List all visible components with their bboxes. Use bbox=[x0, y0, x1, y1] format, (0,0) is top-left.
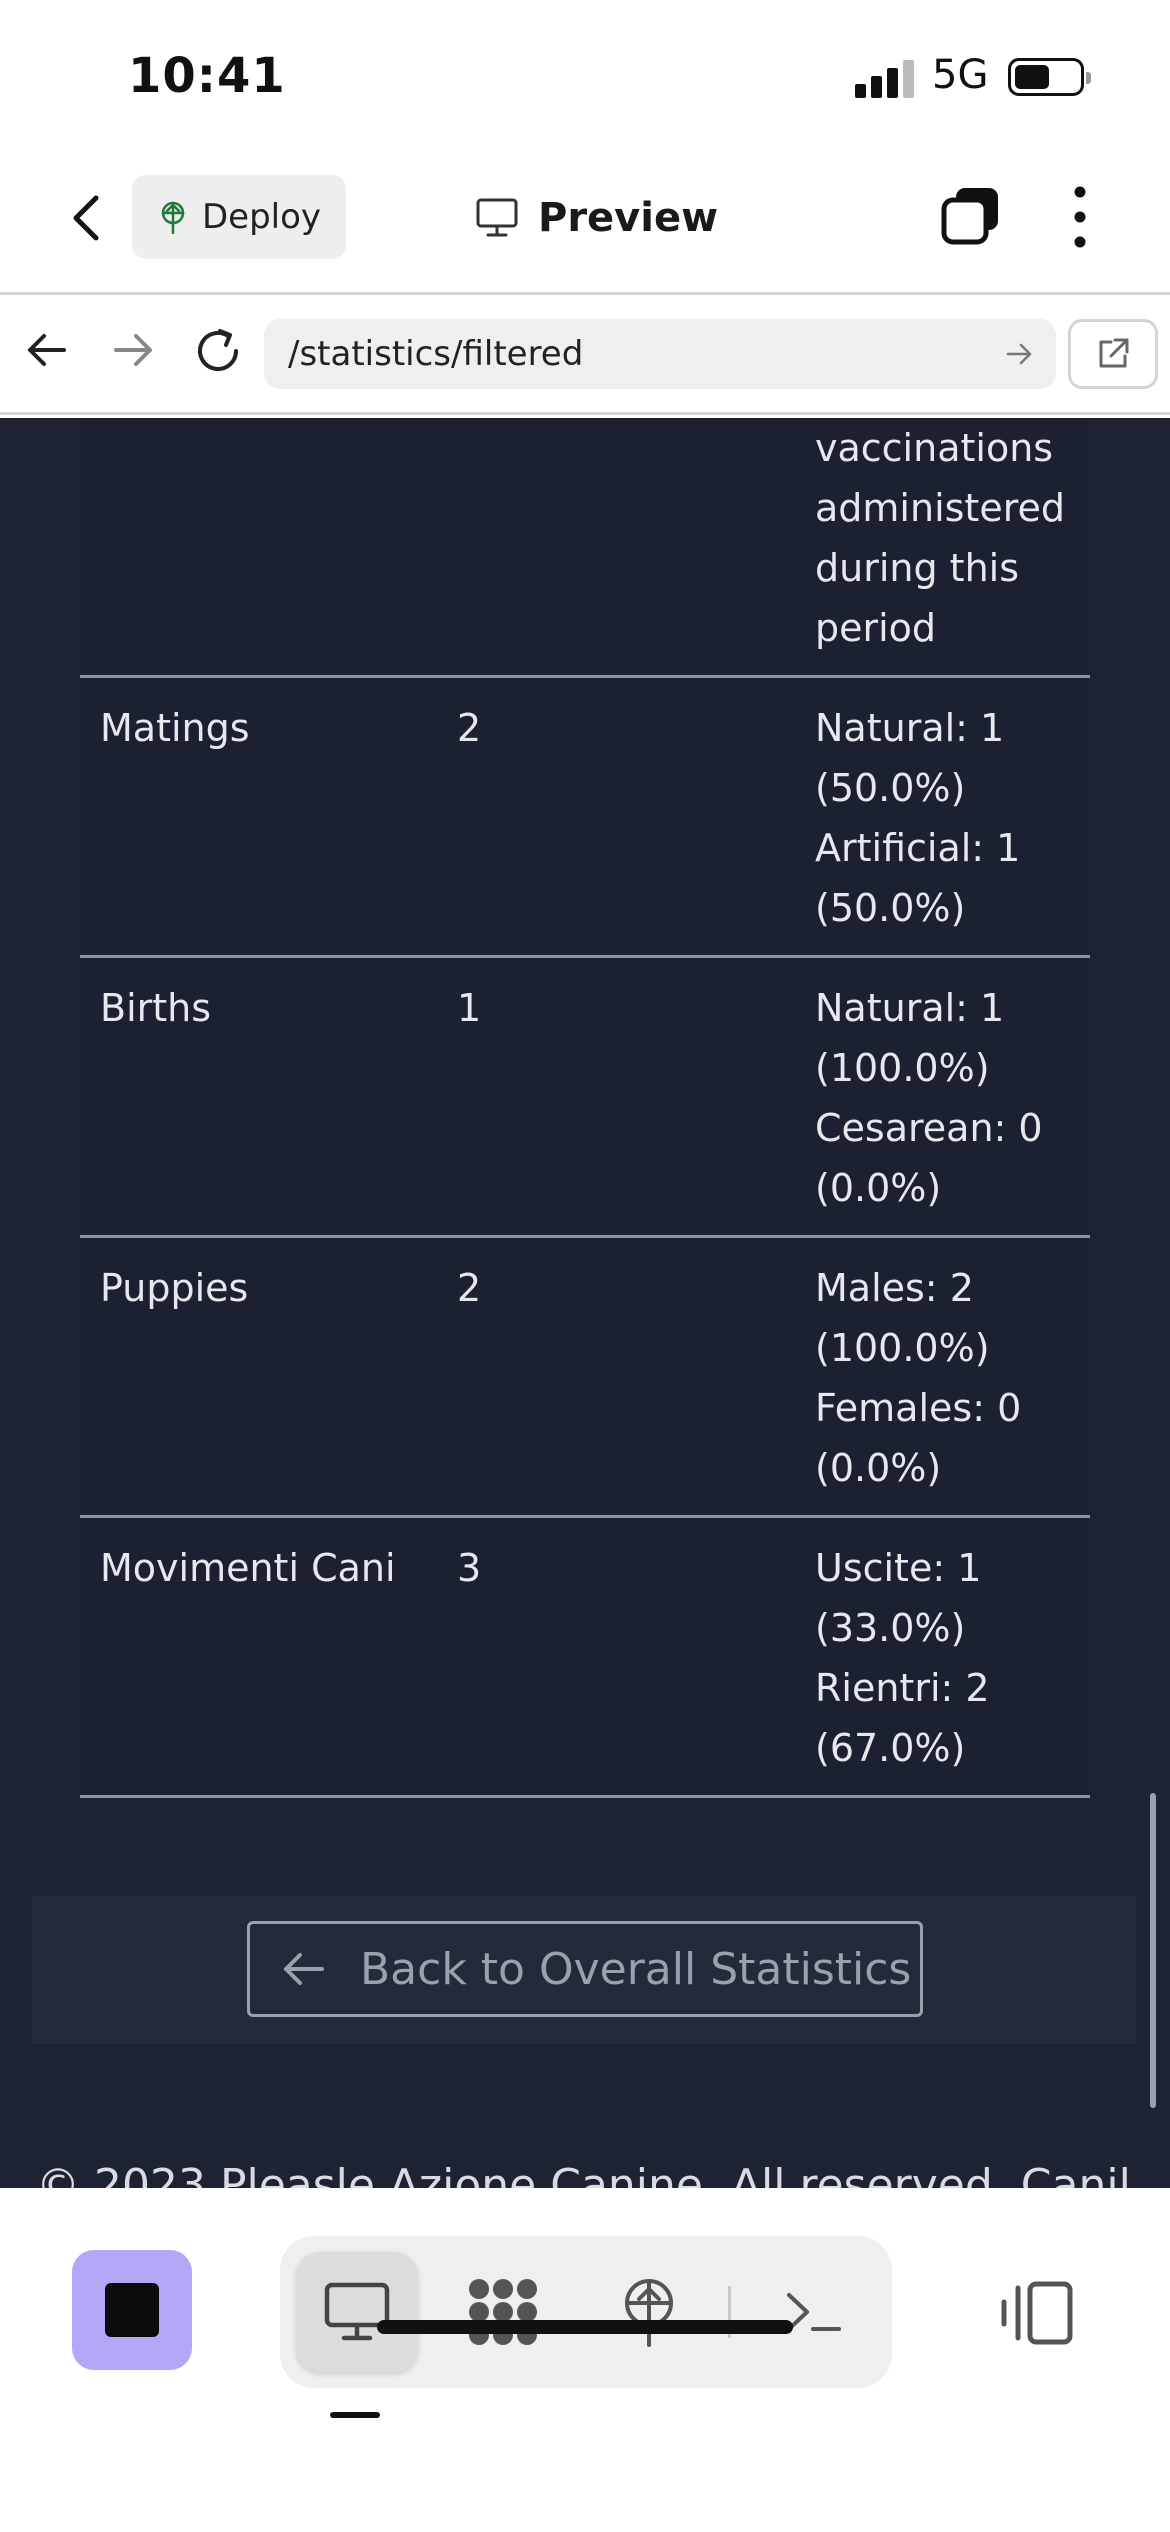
row-details: Natural: 1 (100.0%) Cesarean: 0 (0.0%) bbox=[815, 986, 1043, 1210]
row-count: 2 bbox=[457, 706, 482, 750]
preview-title: Preview bbox=[476, 188, 718, 248]
deploy-button[interactable]: Deploy bbox=[132, 175, 346, 259]
stop-button[interactable] bbox=[72, 2250, 192, 2370]
external-link-icon bbox=[1099, 338, 1129, 368]
preview-mode-button[interactable] bbox=[296, 2252, 418, 2372]
signal-icon bbox=[855, 60, 915, 98]
deploy-mode-button[interactable] bbox=[588, 2252, 710, 2372]
row-details: Males: 2 (100.0%) Females: 0 (0.0%) bbox=[815, 1266, 1022, 1490]
mode-switcher bbox=[280, 2236, 892, 2388]
row-category: Births bbox=[100, 986, 212, 1030]
stop-icon bbox=[105, 2283, 159, 2337]
copyright-text: © 2023 Pleasle Azione Canine. All reserv… bbox=[36, 2160, 1131, 2188]
status-bar: 10:41 5G bbox=[0, 0, 1170, 150]
go-arrow-icon[interactable] bbox=[1004, 339, 1034, 369]
monitor-icon bbox=[476, 198, 518, 237]
table-row: vaccinations administered during this pe… bbox=[80, 418, 1090, 678]
url-input[interactable] bbox=[288, 319, 968, 389]
bottom-toolbar bbox=[0, 2188, 1170, 2532]
table-row: Matings 2 Natural: 1 (50.0%) Artificial:… bbox=[80, 678, 1090, 958]
row-category: Matings bbox=[100, 706, 250, 750]
page-content: vaccinations administered during this pe… bbox=[0, 418, 1170, 2188]
browser-toolbar bbox=[0, 295, 1170, 415]
row-category: Puppies bbox=[100, 1266, 249, 1310]
status-time: 10:41 bbox=[128, 48, 286, 104]
console-mode-button[interactable] bbox=[752, 2252, 874, 2372]
row-details: Uscite: 1 (33.0%) Rientri: 2 (67.0%) bbox=[815, 1546, 990, 1770]
agent-mode-button[interactable] bbox=[442, 2252, 564, 2372]
cluster-icon bbox=[469, 2279, 537, 2345]
row-count: 3 bbox=[457, 1546, 482, 1590]
preview-label: Preview bbox=[538, 195, 719, 241]
more-vertical-icon[interactable] bbox=[1060, 182, 1100, 252]
arrow-left-icon[interactable] bbox=[22, 325, 72, 375]
battery-icon bbox=[1008, 58, 1091, 96]
url-field[interactable] bbox=[264, 319, 1056, 389]
actions-card: Back to Overall Statistics bbox=[32, 1896, 1136, 2044]
reload-icon[interactable] bbox=[190, 323, 246, 379]
arrow-left-icon bbox=[284, 1953, 324, 1985]
back-button-label: Back to Overall Statistics bbox=[360, 1943, 912, 1995]
statistics-table: vaccinations administered during this pe… bbox=[80, 418, 1090, 1798]
back-chevron-icon[interactable] bbox=[62, 188, 112, 248]
arrow-right-icon[interactable] bbox=[108, 325, 158, 375]
back-to-overall-statistics-button[interactable]: Back to Overall Statistics bbox=[247, 1921, 923, 2017]
row-divider bbox=[80, 1795, 1090, 1798]
tabs-icon[interactable] bbox=[940, 184, 1002, 246]
deploy-icon bbox=[625, 2279, 673, 2347]
deploy-icon bbox=[161, 201, 185, 234]
row-count: 2 bbox=[457, 1266, 482, 1310]
home-indicator[interactable] bbox=[377, 2320, 793, 2334]
table-row: Movimenti Cani 3 Uscite: 1 (33.0%) Rient… bbox=[80, 1518, 1090, 1798]
deploy-label: Deploy bbox=[202, 197, 322, 237]
app-header: Deploy Preview bbox=[0, 150, 1170, 295]
row-category: Movimenti Cani bbox=[100, 1546, 396, 1590]
row-details: Natural: 1 (50.0%) Artificial: 1 (50.0%) bbox=[815, 706, 1021, 930]
scrollbar-thumb[interactable] bbox=[1150, 1793, 1156, 2108]
row-count: 1 bbox=[457, 986, 482, 1030]
row-details: vaccinations administered during this pe… bbox=[815, 426, 1065, 650]
side-panel-icon[interactable] bbox=[998, 2280, 1074, 2346]
table-row: Puppies 2 Males: 2 (100.0%) Females: 0 (… bbox=[80, 1238, 1090, 1518]
table-row: Births 1 Natural: 1 (100.0%) Cesarean: 0… bbox=[80, 958, 1090, 1238]
network-label: 5G bbox=[932, 52, 989, 98]
open-external-button[interactable] bbox=[1068, 319, 1158, 389]
active-mode-indicator bbox=[330, 2412, 380, 2418]
